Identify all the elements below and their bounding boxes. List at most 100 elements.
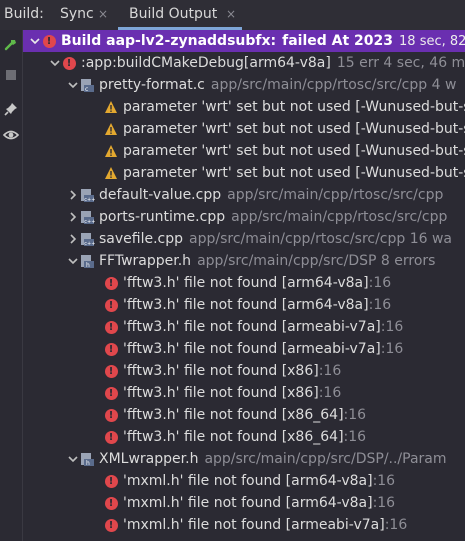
error-message: 'fftw3.h' file not found [x86_64] bbox=[123, 407, 344, 423]
error-icon: ! bbox=[41, 33, 57, 49]
build-output-tree: ! Build aap-lv2-zynaddsubfx: failed At 2… bbox=[23, 30, 465, 541]
pin-icon[interactable] bbox=[0, 98, 22, 120]
warning-row[interactable]: parameter 'wrt' set but not used [-Wunus… bbox=[23, 140, 465, 162]
error-line: :16 bbox=[368, 297, 392, 313]
cpp-file-icon: c++ bbox=[79, 209, 95, 225]
build-title: Build aap-lv2-zynaddsubfx: bbox=[61, 33, 277, 49]
warning-icon bbox=[103, 143, 119, 159]
error-message: 'mxml.h' file not found [arm64-v8a] bbox=[123, 495, 373, 511]
error-row[interactable]: ! 'fftw3.h' file not found [x86_64] :16 bbox=[23, 404, 465, 426]
error-line: :16 bbox=[343, 407, 367, 423]
chevron-down-icon[interactable] bbox=[29, 30, 41, 52]
file-name: default-value.cpp bbox=[99, 187, 222, 203]
build-duration: 18 sec, 82 ms bbox=[399, 33, 465, 49]
error-line: :16 bbox=[318, 363, 342, 379]
error-message: 'fftw3.h' file not found [x86_64] bbox=[123, 429, 344, 445]
header-file-icon: h bbox=[79, 451, 95, 467]
warning-message: parameter 'wrt' set but not used [-Wunus… bbox=[123, 165, 465, 181]
error-row[interactable]: ! 'fftw3.h' file not found [x86_64] :16 bbox=[23, 426, 465, 448]
tab-sync[interactable]: Sync bbox=[60, 6, 94, 22]
error-line: :16 bbox=[318, 385, 342, 401]
build-root-row[interactable]: ! Build aap-lv2-zynaddsubfx: failed At 2… bbox=[23, 30, 465, 52]
file-path: app/src/main/cpp/rtosc/src/cpp bbox=[231, 209, 448, 225]
error-message: 'fftw3.h' file not found [x86] bbox=[123, 363, 319, 379]
chevron-down-icon[interactable] bbox=[67, 250, 79, 272]
chevron-down-icon[interactable] bbox=[67, 448, 79, 470]
error-row[interactable]: ! 'fftw3.h' file not found [arm64-v8a] :… bbox=[23, 294, 465, 316]
tool-window-header: Build: Sync × Build Output × bbox=[0, 0, 465, 31]
error-line: :16 bbox=[380, 319, 404, 335]
file-path: app/src/main/cpp/src/DSP 8 errors bbox=[197, 253, 436, 269]
file-row[interactable]: h FFTwrapper.h app/src/main/cpp/src/DSP … bbox=[23, 250, 465, 272]
error-message: 'mxml.h' file not found [armeabi-v7a] bbox=[123, 517, 385, 533]
chevron-down-icon[interactable] bbox=[49, 52, 61, 74]
chevron-down-icon[interactable] bbox=[67, 74, 79, 96]
error-icon: ! bbox=[103, 407, 119, 423]
tab-build-output[interactable]: Build Output bbox=[129, 6, 217, 22]
error-message: 'fftw3.h' file not found [armeabi-v7a] bbox=[123, 341, 381, 357]
cpp-file-icon: c++ bbox=[79, 187, 95, 203]
header-file-icon: h bbox=[79, 253, 95, 269]
build-toolstrip bbox=[0, 30, 23, 541]
error-row[interactable]: ! 'fftw3.h' file not found [arm64-v8a] :… bbox=[23, 272, 465, 294]
task-summary: 15 err 4 sec, 46 ms bbox=[336, 55, 465, 71]
eye-icon[interactable] bbox=[0, 124, 22, 146]
file-path: app/src/main/cpp/src/DSP/../Param bbox=[204, 451, 447, 467]
task-row[interactable]: ! :app:buildCMakeDebug[arm64-v8a] 15 err… bbox=[23, 52, 465, 74]
warning-message: parameter 'wrt' set but not used [-Wunus… bbox=[123, 99, 465, 115]
error-message: 'fftw3.h' file not found [armeabi-v7a] bbox=[123, 319, 381, 335]
error-row[interactable]: ! 'fftw3.h' file not found [armeabi-v7a]… bbox=[23, 316, 465, 338]
chevron-right-icon[interactable] bbox=[67, 228, 79, 250]
warning-row[interactable]: parameter 'wrt' set but not used [-Wunus… bbox=[23, 96, 465, 118]
tab-build-output-close-icon[interactable]: × bbox=[226, 7, 236, 21]
warning-message: parameter 'wrt' set but not used [-Wunus… bbox=[123, 143, 465, 159]
error-message: 'fftw3.h' file not found [arm64-v8a] bbox=[123, 297, 369, 313]
error-row[interactable]: ! 'mxml.h' file not found [arm64-v8a] :1… bbox=[23, 470, 465, 492]
error-line: :16 bbox=[384, 517, 408, 533]
stop-icon[interactable] bbox=[0, 64, 22, 86]
error-row[interactable]: ! 'fftw3.h' file not found [x86] :16 bbox=[23, 382, 465, 404]
warning-message: parameter 'wrt' set but not used [-Wunus… bbox=[123, 121, 465, 137]
svg-text:c: c bbox=[85, 86, 88, 93]
svg-text:h: h bbox=[86, 460, 90, 467]
error-row[interactable]: ! 'mxml.h' file not found [armeabi-v7a] … bbox=[23, 514, 465, 536]
error-row[interactable]: ! 'fftw3.h' file not found [x86] :16 bbox=[23, 360, 465, 382]
svg-text:c++: c++ bbox=[84, 219, 95, 225]
svg-text:c++: c++ bbox=[84, 241, 95, 247]
chevron-right-icon[interactable] bbox=[67, 184, 79, 206]
error-row[interactable]: ! 'fftw3.h' file not found [armeabi-v7a]… bbox=[23, 338, 465, 360]
error-icon: ! bbox=[103, 297, 119, 313]
cpp-file-icon: c++ bbox=[79, 231, 95, 247]
file-row[interactable]: c pretty-format.c app/src/main/cpp/rtosc… bbox=[23, 74, 465, 96]
file-row[interactable]: h XMLwrapper.h app/src/main/cpp/src/DSP/… bbox=[23, 448, 465, 470]
file-name: FFTwrapper.h bbox=[99, 253, 192, 269]
error-line: :16 bbox=[343, 429, 367, 445]
error-icon: ! bbox=[103, 363, 119, 379]
svg-text:h: h bbox=[86, 262, 90, 269]
error-message: 'fftw3.h' file not found [arm64-v8a] bbox=[123, 275, 369, 291]
file-row[interactable]: c++ default-value.cpp app/src/main/cpp/r… bbox=[23, 184, 465, 206]
error-message: 'fftw3.h' file not found [x86] bbox=[123, 385, 319, 401]
error-line: :16 bbox=[380, 341, 404, 357]
hammer-icon[interactable] bbox=[0, 34, 22, 56]
c-file-icon: c bbox=[79, 77, 95, 93]
file-row[interactable]: c++ ports-runtime.cpp app/src/main/cpp/r… bbox=[23, 206, 465, 228]
file-name: XMLwrapper.h bbox=[99, 451, 199, 467]
error-icon: ! bbox=[103, 319, 119, 335]
file-row[interactable]: c++ savefile.cpp app/src/main/cpp/rtosc/… bbox=[23, 228, 465, 250]
build-status: failed At 2023 bbox=[282, 33, 394, 49]
task-name: :app:buildCMakeDebug[arm64-v8a] bbox=[81, 55, 331, 71]
chevron-right-icon[interactable] bbox=[67, 206, 79, 228]
error-icon: ! bbox=[61, 55, 77, 71]
file-name: savefile.cpp bbox=[99, 231, 184, 247]
file-path: app/src/main/cpp/rtosc/src/cpp bbox=[227, 187, 444, 203]
warning-row[interactable]: parameter 'wrt' set but not used [-Wunus… bbox=[23, 118, 465, 140]
error-icon: ! bbox=[103, 275, 119, 291]
build-window-label: Build: bbox=[4, 6, 44, 22]
error-row[interactable]: ! 'mxml.h' file not found [arm64-v8a] :1… bbox=[23, 492, 465, 514]
file-path: app/src/main/cpp/rtosc/src/cpp 16 wa bbox=[189, 231, 453, 247]
error-icon: ! bbox=[103, 517, 119, 533]
error-line: :16 bbox=[368, 275, 392, 291]
warning-row[interactable]: parameter 'wrt' set but not used [-Wunus… bbox=[23, 162, 465, 184]
tab-sync-close-icon[interactable]: × bbox=[98, 7, 108, 21]
